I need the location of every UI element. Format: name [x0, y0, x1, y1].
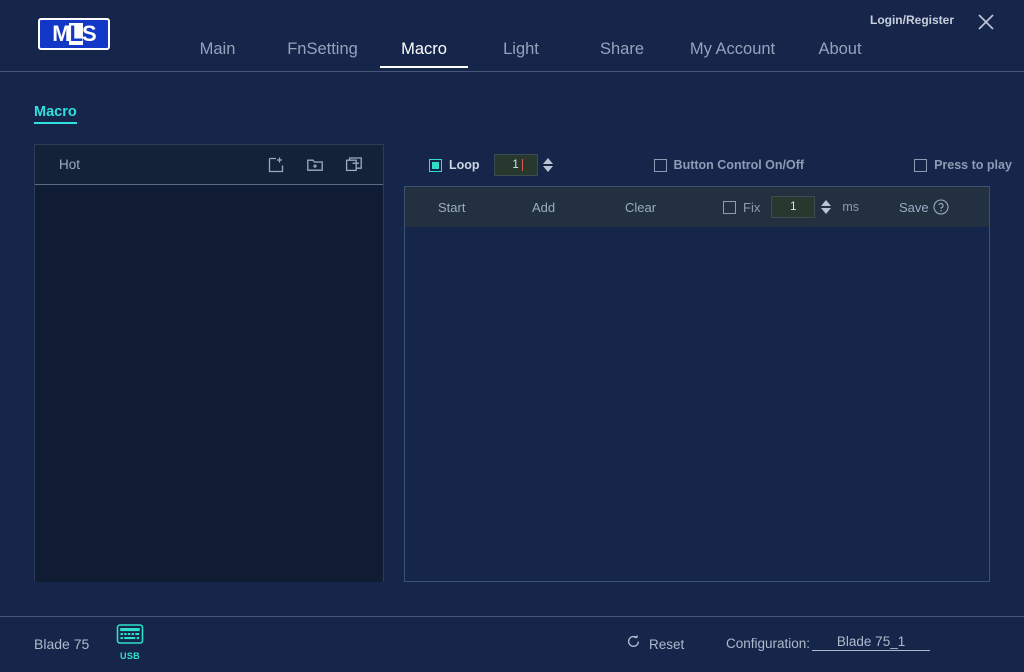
macro-options-toolbar: Loop 1 Button Control On/Off Press to pl… — [404, 144, 1012, 186]
mls-logo: MLS — [38, 18, 110, 50]
logo-text: MLS — [52, 21, 97, 46]
device-name-label: Blade 75 — [34, 636, 90, 652]
fix-option: Fix 1 ms — [723, 196, 859, 218]
refresh-icon — [626, 634, 641, 654]
macro-list-panel: Hot — [34, 144, 384, 582]
nav-item-share[interactable]: Share — [574, 40, 670, 68]
loop-checkbox[interactable] — [429, 158, 442, 172]
macro-action-list[interactable] — [405, 227, 989, 581]
fix-delay-stepper: 1 — [771, 196, 832, 218]
spinner-down-icon[interactable] — [543, 166, 554, 172]
add-button[interactable]: Add — [532, 200, 555, 215]
fix-unit-label: ms — [842, 200, 860, 214]
app-window: MLS Main FnSetting Macro Light Share My … — [0, 0, 1024, 672]
loop-count-arrows[interactable] — [542, 154, 555, 176]
spinner-up-icon[interactable] — [543, 158, 554, 164]
text-caret — [521, 159, 523, 171]
keyboard-icon — [116, 624, 144, 649]
configuration-field: Configuration: Blade 75_1 — [726, 634, 931, 651]
connection-type-label: USB — [120, 651, 140, 661]
login-register-link[interactable]: Login/Register — [870, 13, 954, 27]
macro-list-panel-header: Hot — [35, 145, 383, 185]
press-to-play-option: Press to play — [914, 158, 1012, 172]
loop-option: Loop 1 — [429, 154, 555, 176]
nav-item-fnsetting[interactable]: FnSetting — [265, 40, 380, 68]
save-button[interactable]: Save — [899, 200, 929, 215]
logo-letter-l: L — [68, 21, 83, 46]
fix-delay-value: 1 — [790, 201, 797, 213]
app-footer: Blade 75 USB Reset Configuration: Blade … — [0, 616, 1024, 672]
loop-count-stepper: 1 — [493, 154, 555, 176]
spinner-down-icon[interactable] — [820, 208, 831, 214]
fix-label: Fix — [743, 199, 761, 215]
press-to-play-checkbox[interactable] — [914, 158, 928, 172]
page-title-macro[interactable]: Macro — [34, 104, 77, 124]
fix-checkbox[interactable] — [723, 200, 736, 214]
reset-label: Reset — [649, 636, 685, 652]
fix-delay-arrows[interactable] — [819, 196, 832, 218]
main-nav: Main FnSetting Macro Light Share My Acco… — [170, 40, 885, 72]
nav-item-about[interactable]: About — [795, 40, 885, 68]
loop-count-value: 1 — [512, 159, 519, 171]
nav-item-main[interactable]: Main — [170, 40, 265, 68]
macro-list-toolbar — [267, 145, 363, 185]
logo-letter-m: M — [52, 21, 70, 46]
macro-editor-toolbar: Start Add Clear Fix 1 ms Save — [405, 187, 989, 227]
clear-button[interactable]: Clear — [625, 200, 656, 215]
loop-count-input[interactable]: 1 — [493, 154, 538, 176]
reset-button[interactable]: Reset — [626, 634, 684, 654]
copy-icon[interactable] — [345, 156, 363, 174]
macro-group-tab-hot[interactable]: Hot — [59, 157, 80, 172]
logo-letter-s: S — [82, 21, 97, 46]
configuration-label: Configuration: — [726, 636, 811, 651]
start-button[interactable]: Start — [438, 200, 465, 215]
spinner-up-icon[interactable] — [820, 200, 831, 206]
macro-editor-panel: Start Add Clear Fix 1 ms Save — [404, 186, 990, 582]
press-to-play-label: Press to play — [934, 158, 1012, 172]
loop-label: Loop — [449, 158, 480, 172]
close-icon[interactable] — [974, 10, 998, 34]
button-control-option: Button Control On/Off — [653, 158, 805, 172]
new-folder-icon[interactable] — [306, 156, 324, 174]
configuration-value[interactable]: Blade 75_1 — [812, 634, 931, 651]
nav-item-light[interactable]: Light — [468, 40, 574, 68]
button-control-checkbox[interactable] — [653, 158, 667, 172]
device-connection[interactable]: USB — [114, 623, 146, 661]
macro-group-list[interactable] — [35, 185, 383, 582]
nav-item-macro[interactable]: Macro — [380, 40, 468, 68]
new-file-icon[interactable] — [267, 156, 285, 174]
button-control-label: Button Control On/Off — [673, 158, 805, 172]
fix-delay-input[interactable]: 1 — [771, 196, 816, 218]
nav-item-my-account[interactable]: My Account — [670, 40, 795, 68]
app-header: MLS Main FnSetting Macro Light Share My … — [0, 0, 1024, 72]
help-circle-icon[interactable] — [933, 199, 949, 220]
